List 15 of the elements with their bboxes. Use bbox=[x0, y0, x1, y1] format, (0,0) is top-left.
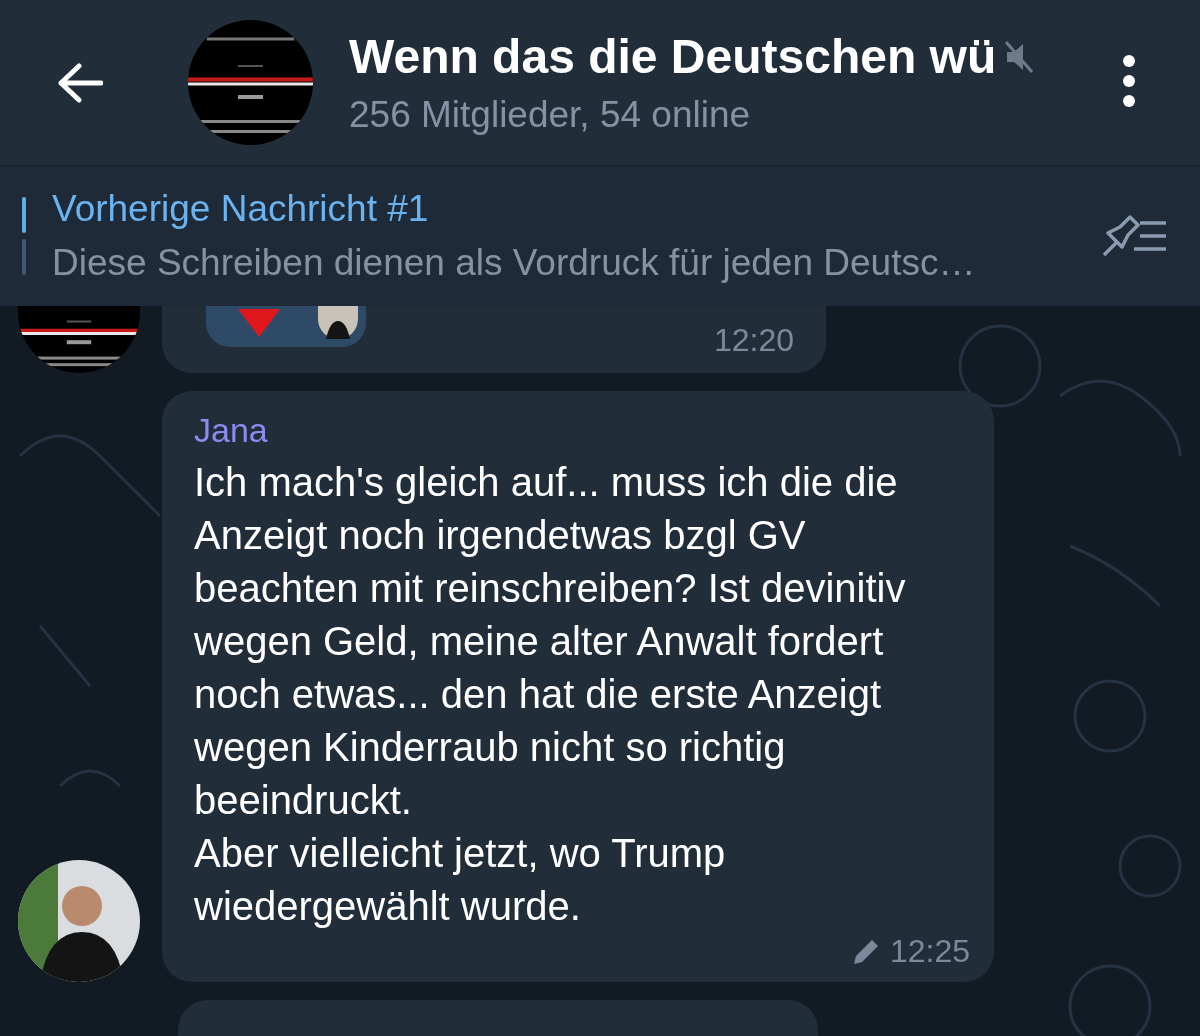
pinned-message-bar[interactable]: Vorherige Nachricht #1 Diese Schreiben dienen als Vordruck für jeden Deutsc… bbox=[0, 165, 1200, 306]
sender-name: Jana bbox=[194, 411, 269, 450]
back-arrow-icon bbox=[57, 62, 103, 103]
reactor-avatar bbox=[318, 306, 358, 339]
message-text: Ich mach's gleich auf... muss ich die die Anzeigt noch irgendetwas bzgl GV beachten mit reinschreiben? Ist devinitiv wegen Geld, meine alter Anwalt fordert noch etwas... den hat die erste Anzeigt wegen Kinderraub nicht so richtig beeindruckt. Aber vielleicht jetzt, wo Trump wiedergewählt wurde. bbox=[194, 459, 907, 930]
pinned-preview: Diese Schreiben dienen als Vordruck für jeden Deutsc… bbox=[52, 242, 977, 284]
pin-indicator bbox=[22, 239, 26, 275]
message-time: 12:25 bbox=[889, 933, 970, 970]
pin-indicator bbox=[22, 197, 26, 233]
reaction-chip[interactable] bbox=[206, 306, 366, 347]
heart-icon bbox=[236, 309, 282, 339]
group-title: Wenn das die Deutschen wü bbox=[349, 29, 997, 84]
message-time: 12:20 bbox=[713, 322, 794, 359]
member-count: 256 Mitglieder, 54 online bbox=[349, 94, 752, 136]
pinned-title: Vorherige Nachricht #1 bbox=[52, 188, 430, 230]
